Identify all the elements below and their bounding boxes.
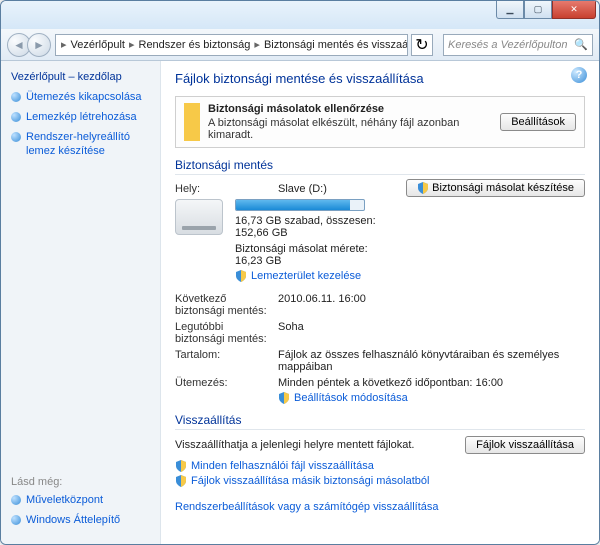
breadcrumb[interactable]: Biztonsági mentés és visszaállítás xyxy=(261,39,408,51)
row-label: Következő biztonsági mentés: xyxy=(175,293,270,317)
navigation-bar: ◄ ► ▸ Vezérlőpult ▸ Rendszer és biztonsá… xyxy=(1,29,599,61)
alert-text: Biztonsági másolatok ellenőrzése A bizto… xyxy=(208,103,492,141)
see-also-label: Lásd még: xyxy=(11,476,150,488)
main-pane: ? Fájlok biztonsági mentése és visszaáll… xyxy=(161,61,599,544)
backup-now-label: Biztonsági másolat készítése xyxy=(432,182,574,194)
close-button[interactable]: ✕ xyxy=(552,1,596,19)
backup-now-button[interactable]: Biztonsági másolat készítése xyxy=(406,179,585,197)
sidebar-link-label: Rendszer-helyreállító lemez készítése xyxy=(26,131,150,157)
contents-row: Tartalom: Fájlok az összes felhasználó kö… xyxy=(175,349,585,373)
sidebar-link-action-center[interactable]: Műveletközpont xyxy=(11,494,150,507)
sidebar-link-create-recovery-disk[interactable]: Rendszer-helyreállító lemez készítése xyxy=(11,131,150,157)
schedule-row: Ütemezés: Minden péntek a következő időp… xyxy=(175,377,585,407)
sidebar-link-label: Windows Áttelepítő xyxy=(26,514,120,527)
drive-block: 16,73 GB szabad, összesen: 152,66 GB Biz… xyxy=(175,199,398,285)
bullet-icon xyxy=(11,495,21,505)
drive-space-bar xyxy=(235,199,365,211)
address-bar[interactable]: ▸ Vezérlőpult ▸ Rendszer és biztonság ▸ … xyxy=(55,34,408,56)
sidebar-link-label: Ütemezés kikapcsolása xyxy=(26,91,142,104)
shield-icon xyxy=(235,270,247,282)
sidebar-link-create-image[interactable]: Lemezkép létrehozása xyxy=(11,111,150,124)
help-icon[interactable]: ? xyxy=(571,67,587,83)
next-backup-row: Következő biztonsági mentés: 2010.06.11. … xyxy=(175,293,585,317)
sidebar-link-turnoff-schedule[interactable]: Ütemezés kikapcsolása xyxy=(11,91,150,104)
alert-settings-button[interactable]: Beállítások xyxy=(500,113,576,131)
alert-title: Biztonsági másolatok ellenőrzése xyxy=(208,103,492,115)
chevron-icon: ▸ xyxy=(253,38,261,51)
page-title: Fájlok biztonsági mentése és visszaállít… xyxy=(175,71,585,86)
shield-icon xyxy=(175,475,187,487)
bullet-icon xyxy=(11,92,21,102)
bullet-icon xyxy=(11,112,21,122)
restore-text: Visszaállíthatja a jelenlegi helyre ment… xyxy=(175,439,455,451)
backup-size-text: Biztonsági másolat mérete: 16,23 GB xyxy=(235,243,398,267)
search-icon: 🔍 xyxy=(574,38,588,51)
row-value: Minden péntek a következő időpontban: 16… xyxy=(278,377,585,389)
restore-files-button[interactable]: Fájlok visszaállítása xyxy=(465,436,585,454)
bullet-icon xyxy=(11,515,21,525)
row-value: Fájlok az összes felhasználó könyvtáraib… xyxy=(278,349,585,373)
backup-location-row: Hely: Slave (D:) 16,73 GB szabad, összes… xyxy=(175,179,585,285)
chevron-icon: ▸ xyxy=(60,38,68,51)
sidebar-heading[interactable]: Vezérlőpult – kezdőlap xyxy=(11,71,150,83)
row-value: 2010.06.11. 16:00 xyxy=(278,293,585,305)
search-input[interactable]: Keresés a Vezérlőpulton 🔍 xyxy=(443,34,593,56)
shield-icon xyxy=(175,460,187,472)
system-restore-link[interactable]: Rendszerbeállítások vagy a számítógép vi… xyxy=(175,501,439,513)
sidebar-link-easy-transfer[interactable]: Windows Áttelepítő xyxy=(11,514,150,527)
breadcrumb[interactable]: Rendszer és biztonság xyxy=(136,39,254,51)
row-label: Ütemezés: xyxy=(175,377,270,389)
restore-row: Visszaállíthatja a jelenlegi helyre ment… xyxy=(175,436,585,454)
location-label: Hely: xyxy=(175,183,270,195)
shield-icon xyxy=(417,182,429,194)
row-label: Tartalom: xyxy=(175,349,270,361)
content-body: Vezérlőpult – kezdőlap Ütemezés kikapcso… xyxy=(1,61,599,544)
restore-from-other-link[interactable]: Fájlok visszaállítása másik biztonsági m… xyxy=(191,475,429,487)
sidebar-link-label: Lemezkép létrehozása xyxy=(26,111,137,124)
manage-space-link[interactable]: Lemezterület kezelése xyxy=(251,270,361,282)
chevron-icon: ▸ xyxy=(128,38,136,51)
breadcrumb[interactable]: Vezérlőpult xyxy=(68,39,128,51)
forward-button[interactable]: ► xyxy=(27,33,51,57)
sidebar-link-label: Műveletközpont xyxy=(26,494,103,507)
shield-icon xyxy=(278,392,290,404)
alert-message: A biztonsági másolat elkészült, néhány f… xyxy=(208,117,492,141)
minimize-button[interactable]: ▁ xyxy=(496,1,524,19)
control-panel-window: ▁ ▢ ✕ ◄ ► ▸ Vezérlőpult ▸ Rendszer és bi… xyxy=(0,0,600,545)
sidebar: Vezérlőpult – kezdőlap Ütemezés kikapcso… xyxy=(1,61,161,544)
drive-icon xyxy=(175,199,223,235)
alert-box: Biztonsági másolatok ellenőrzése A bizto… xyxy=(175,96,585,148)
warning-stripe-icon xyxy=(184,103,200,141)
refresh-button[interactable]: ↻ xyxy=(411,34,433,56)
restore-section-title: Visszaállítás xyxy=(175,413,585,430)
bullet-icon xyxy=(11,132,21,142)
search-placeholder: Keresés a Vezérlőpulton xyxy=(448,39,567,51)
restore-all-users-link[interactable]: Minden felhasználói fájl visszaállítása xyxy=(191,460,374,472)
row-label: Legutóbbi biztonsági mentés: xyxy=(175,321,270,345)
drive-name: Slave (D:) xyxy=(278,183,398,195)
nav-history-buttons: ◄ ► xyxy=(7,33,51,57)
row-value: Soha xyxy=(278,321,585,333)
last-backup-row: Legutóbbi biztonsági mentés: Soha xyxy=(175,321,585,345)
backup-section-title: Biztonsági mentés xyxy=(175,158,585,175)
maximize-button[interactable]: ▢ xyxy=(524,1,552,19)
titlebar: ▁ ▢ ✕ xyxy=(1,1,599,29)
change-settings-link[interactable]: Beállítások módosítása xyxy=(294,392,408,404)
window-controls: ▁ ▢ ✕ xyxy=(496,1,596,19)
drive-free-text: 16,73 GB szabad, összesen: 152,66 GB xyxy=(235,215,398,239)
